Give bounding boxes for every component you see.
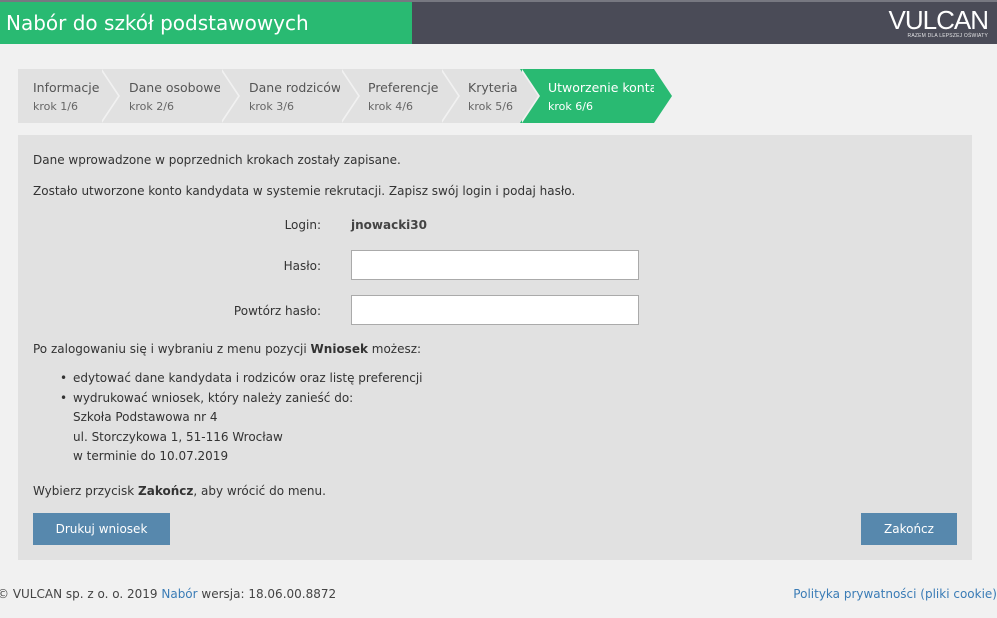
finish-suffix: , aby wrócić do menu. — [193, 484, 326, 498]
step-number: krok 3/6 — [249, 100, 294, 113]
after-login-suffix: możesz: — [367, 342, 422, 356]
version-text: wersja: 18.06.00.8872 — [197, 587, 337, 601]
step-informacje: Informacje krok 1/6 — [18, 69, 120, 123]
list-item-text: wydrukować wniosek, który należy zanieść… — [73, 390, 354, 405]
after-login-prefix: Po zalogowaniu się i wybraniu z menu poz… — [33, 342, 311, 356]
print-application-button[interactable]: Drukuj wniosek — [33, 513, 170, 545]
finish-prefix: Wybierz przycisk — [33, 484, 139, 498]
footer-right: Polityka prywatności (pliki cookie) — [793, 587, 997, 601]
account-message: Zostało utworzone konto kandydata w syst… — [33, 184, 576, 198]
list-item-text: edytować dane kandydata i rodziców oraz … — [73, 371, 423, 385]
copyright-text: © VULCAN sp. z o. o. 2019 — [0, 587, 162, 601]
privacy-policy-link[interactable]: Polityka prywatności (pliki cookie) — [793, 587, 997, 601]
school-line: Szkoła Podstawowa nr 4 — [73, 410, 218, 424]
logo-text: VULCAN — [888, 5, 989, 35]
school-line: ul. Storczykowa 1, 51-116 Wrocław — [73, 429, 283, 444]
step-number: krok 6/6 — [548, 100, 593, 113]
step-number: krok 2/6 — [129, 100, 174, 113]
options-list: • edytować dane kandydata i rodziców oraz… — [60, 369, 423, 467]
bullet-icon: • — [60, 371, 68, 385]
nabor-link[interactable]: Nabór — [161, 587, 197, 601]
step-number: krok 4/6 — [368, 100, 413, 113]
list-item: • edytować dane kandydata i rodziców oraz… — [60, 369, 423, 389]
repeat-password-input[interactable] — [351, 295, 639, 325]
list-item: • wydrukować wniosek, który należy zanieś… — [60, 389, 423, 409]
password-input[interactable] — [351, 250, 639, 280]
after-login-bold: Wniosek — [310, 342, 368, 356]
step-number: krok 1/6 — [33, 100, 78, 113]
finish-button[interactable]: Zakończ — [861, 513, 957, 545]
step-name: Kryteria — [468, 80, 518, 95]
wizard-steps: Informacje krok 1/6 Dane osobowe krok 2/… — [18, 69, 672, 123]
account-panel: Dane wprowadzone w poprzednich krokach z… — [18, 135, 972, 560]
step-name: Preferencje — [368, 80, 439, 95]
logo-tagline: RAZEM DLA LEPSZEJ OŚWIATY — [907, 33, 988, 39]
step-number: krok 5/6 — [468, 100, 513, 113]
login-value: jnowacki30 — [351, 218, 427, 232]
app-title-box: Nabór do szkół podstawowych — [0, 2, 412, 44]
step-utworzenie-konta: Utworzenie konta krok 6/6 — [520, 69, 672, 123]
step-name: Informacje — [33, 80, 100, 95]
bullet-icon: • — [60, 390, 68, 405]
finish-instruction: Wybierz przycisk Zakończ, aby wrócić do … — [33, 484, 326, 498]
school-line: w terminie do 10.07.2019 — [73, 449, 229, 463]
login-label: Login: — [284, 218, 321, 232]
app-title: Nabór do szkół podstawowych — [6, 11, 309, 35]
footer-left: © VULCAN sp. z o. o. 2019 Nabór wersja: … — [0, 587, 336, 601]
step-name: Utworzenie konta — [548, 80, 658, 95]
step-name: Dane rodziców — [249, 80, 342, 95]
after-login-text: Po zalogowaniu się i wybraniu z menu poz… — [33, 342, 421, 356]
top-bar: Nabór do szkół podstawowych VULCAN RAZEM… — [0, 0, 997, 44]
saved-message: Dane wprowadzone w poprzednich krokach z… — [33, 153, 401, 167]
password-label: Hasło: — [283, 259, 321, 273]
repeat-password-label: Powtórz hasło: — [233, 304, 321, 318]
finish-bold: Zakończ — [138, 484, 194, 498]
vulcan-logo: VULCAN RAZEM DLA LEPSZEJ OŚWIATY — [888, 5, 989, 41]
step-name: Dane osobowe — [129, 80, 222, 95]
